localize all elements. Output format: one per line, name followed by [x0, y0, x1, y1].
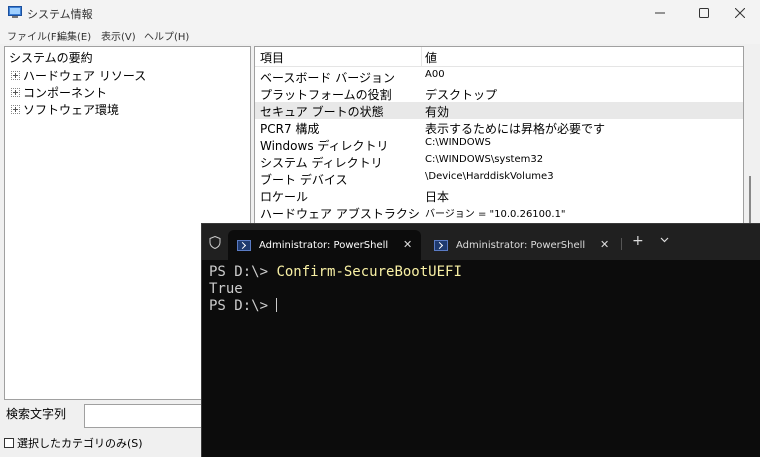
window-title: システム情報 [27, 8, 93, 21]
list-header: 項目 値 [255, 47, 743, 67]
tab-powershell-1[interactable]: Administrator: PowerShell ✕ [228, 230, 421, 260]
expand-icon[interactable] [11, 71, 20, 80]
row-value: C:\WINDOWS\system32 [425, 154, 544, 165]
row-item: Windows ディレクトリ [260, 139, 389, 153]
chevron-down-icon[interactable] [660, 237, 669, 243]
terminal-line: PS D:\> [209, 298, 462, 315]
powershell-icon [237, 239, 251, 251]
list-row[interactable]: ブート デバイス \Device\HarddiskVolume3 [255, 170, 743, 187]
row-value: デスクトップ [425, 88, 498, 102]
row-value: 表示するためには昇格が必要です [425, 122, 606, 136]
tab-title: Administrator: PowerShell [259, 239, 389, 251]
tree-item-system-summary[interactable]: システムの要約 [9, 49, 93, 66]
expand-icon[interactable] [11, 88, 20, 97]
text-cursor [276, 298, 278, 312]
menu-view[interactable]: 表示(V) [101, 28, 136, 43]
list-row[interactable]: ハードウェア アブストラクション ... バージョン = "10.0.26100… [255, 204, 743, 221]
search-input[interactable] [84, 404, 204, 428]
selected-category-only-checkbox[interactable] [4, 438, 14, 448]
prompt: PS D:\> [209, 298, 277, 314]
close-tab-icon[interactable]: ✕ [403, 238, 412, 251]
tab-title: Administrator: PowerShell [456, 239, 586, 251]
row-value: C:\WINDOWS [425, 137, 491, 148]
list-row[interactable]: ベースボード バージョン A00 [255, 68, 743, 85]
new-tab-icon[interactable]: + [632, 233, 644, 249]
tree-item-software-environment[interactable]: ソフトウェア環境 [11, 101, 119, 118]
list-row-selected[interactable]: セキュア ブートの状態 有効 [255, 102, 743, 119]
tab-powershell-2[interactable]: Administrator: PowerShell ✕ [424, 230, 619, 260]
row-item: プラットフォームの役割 [260, 88, 392, 102]
checkbox-label: 選択したカテゴリのみ(S) [17, 437, 143, 450]
column-header-value[interactable]: 値 [425, 49, 437, 66]
menu-help[interactable]: ヘルプ(H) [144, 28, 189, 43]
terminal-output[interactable]: PS D:\> Confirm-SecureBootUEFI True PS D:\… [209, 264, 462, 315]
menu-bar: ファイル(F) 編集(E) 表示(V) ヘルプ(H) [0, 26, 760, 44]
terminal-window: Administrator: PowerShell ✕ Administrato… [201, 223, 760, 457]
scrollbar-thumb[interactable] [749, 176, 751, 226]
terminal-line: True [209, 281, 462, 298]
maximize-button[interactable] [684, 0, 724, 26]
menu-file[interactable]: ファイル(F) [7, 28, 61, 43]
title-bar[interactable]: システム情報 [0, 0, 760, 26]
list-row[interactable]: プラットフォームの役割 デスクトップ [255, 85, 743, 102]
admin-shield-icon [209, 236, 221, 249]
row-item: PCR7 構成 [260, 122, 320, 136]
maximize-icon [699, 8, 709, 18]
row-item: セキュア ブートの状態 [260, 105, 384, 119]
row-item: ハードウェア アブストラクション ... [260, 207, 420, 221]
tree-item-components[interactable]: コンポーネント [11, 84, 107, 101]
row-value: バージョン = "10.0.26100.1" [425, 209, 566, 220]
prompt: PS D:\> [209, 264, 277, 280]
list-row[interactable]: システム ディレクトリ C:\WINDOWS\system32 [255, 153, 743, 170]
terminal-line: PS D:\> Confirm-SecureBootUEFI [209, 264, 462, 281]
list-row[interactable]: ロケール 日本 [255, 187, 743, 204]
column-divider[interactable] [421, 47, 422, 67]
terminal-tab-bar[interactable]: Administrator: PowerShell ✕ Administrato… [202, 224, 760, 260]
system-info-app-icon [8, 6, 22, 18]
row-item: ブート デバイス [260, 173, 348, 187]
selected-category-only-option[interactable]: 選択したカテゴリのみ(S) [4, 435, 143, 451]
column-header-item[interactable]: 項目 [260, 49, 284, 66]
row-value: \Device\HarddiskVolume3 [425, 171, 554, 182]
close-icon [735, 8, 745, 18]
minimize-button[interactable] [640, 0, 680, 26]
list-row[interactable]: PCR7 構成 表示するためには昇格が必要です [255, 119, 743, 136]
tree-item-label: ソフトウェア環境 [23, 103, 120, 117]
details-list[interactable]: 項目 値 ベースボード バージョン A00 プラットフォームの役割 デスクトップ… [254, 46, 744, 226]
minimize-icon [655, 12, 665, 14]
row-value: 日本 [425, 190, 450, 204]
command-text: Confirm-SecureBootUEFI [276, 264, 462, 280]
search-label: 検索文字列 [6, 407, 67, 421]
list-scrollbar[interactable] [746, 46, 754, 226]
tree-item-label: ハードウェア リソース [23, 69, 147, 83]
tree-item-label: コンポーネント [23, 86, 108, 100]
row-item: システム ディレクトリ [260, 156, 383, 170]
tree-item-hardware-resources[interactable]: ハードウェア リソース [11, 67, 146, 84]
command-output: True [209, 281, 243, 297]
close-tab-icon[interactable]: ✕ [600, 238, 609, 251]
powershell-icon [434, 239, 448, 251]
row-item: ベースボード バージョン [260, 71, 395, 85]
menu-edit[interactable]: 編集(E) [57, 28, 91, 43]
close-button[interactable] [720, 0, 760, 26]
list-row[interactable]: Windows ディレクトリ C:\WINDOWS [255, 136, 743, 153]
row-item: ロケール [260, 190, 309, 204]
row-value: A00 [425, 69, 445, 80]
expand-icon[interactable] [11, 105, 20, 114]
row-value: 有効 [425, 105, 450, 119]
tab-separator [621, 238, 622, 250]
